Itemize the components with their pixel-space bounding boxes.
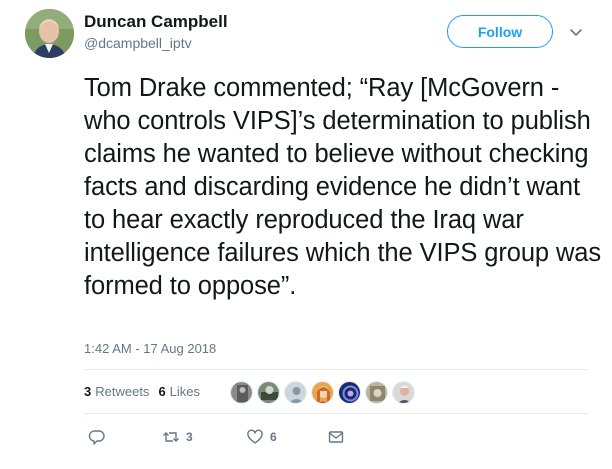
like-button[interactable]: 6 (246, 428, 277, 446)
author-handle[interactable]: @dcampbell_iptv (84, 34, 228, 52)
divider (84, 369, 588, 370)
retweets-label: Retweets (95, 384, 150, 399)
tweet-text: Tom Drake commented; “Ray [McGovern - wh… (84, 74, 602, 300)
likes-count: 6 (158, 384, 166, 399)
tweet-actions: 3 6 (84, 428, 384, 452)
tweet-timestamp[interactable]: 1:42 AM - 17 Aug 2018 (84, 341, 216, 356)
follow-button[interactable]: Follow (447, 15, 553, 48)
author-name[interactable]: Duncan Campbell (84, 12, 228, 32)
likes-stat[interactable]: 6 Likes (158, 384, 200, 399)
retweets-stat[interactable]: 3 Retweets (84, 384, 149, 399)
retweets-count: 3 (84, 384, 92, 399)
retweet-button[interactable]: 3 (162, 428, 193, 446)
likes-label: Likes (169, 384, 201, 399)
like-count: 6 (270, 430, 277, 444)
liker-avatar[interactable] (338, 381, 361, 404)
message-icon (328, 431, 344, 443)
reply-icon (88, 430, 105, 445)
chevron-down-icon[interactable] (568, 24, 584, 40)
tweet-stats: 3 Retweets 6 Likes (84, 384, 209, 399)
liker-avatar[interactable] (230, 381, 253, 404)
author-info: Duncan Campbell @dcampbell_iptv (84, 12, 228, 52)
liker-avatar[interactable] (257, 381, 280, 404)
retweet-count: 3 (186, 430, 193, 444)
reply-button[interactable] (88, 428, 112, 446)
like-icon (247, 429, 263, 444)
retweet-icon (163, 432, 179, 442)
liker-avatar[interactable] (392, 381, 415, 404)
message-button[interactable] (327, 428, 345, 446)
liker-avatar[interactable] (311, 381, 334, 404)
liker-avatar[interactable] (365, 381, 388, 404)
liker-avatars (230, 381, 419, 404)
divider (84, 413, 588, 414)
liker-avatar[interactable] (284, 381, 307, 404)
author-avatar[interactable] (25, 9, 74, 58)
